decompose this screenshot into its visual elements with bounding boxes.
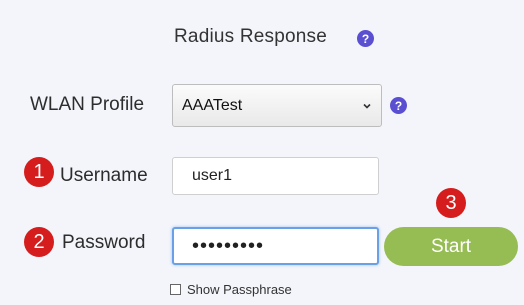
username-label: Username: [60, 165, 148, 186]
wlan-profile-selected: AAATest: [182, 96, 243, 114]
chevron-down-icon: [363, 103, 371, 109]
step-badge-1: 1: [24, 157, 54, 187]
step-badge-2: 2: [24, 227, 54, 257]
show-passphrase-label: Show Passphrase: [187, 282, 292, 297]
help-icon[interactable]: ?: [357, 30, 374, 47]
show-passphrase-checkbox[interactable]: [170, 284, 181, 295]
username-input[interactable]: user1: [172, 157, 379, 195]
start-button[interactable]: Start: [384, 227, 518, 266]
wlan-profile-label: WLAN Profile: [30, 94, 145, 115]
password-input[interactable]: •••••••••: [172, 227, 379, 265]
show-passphrase-toggle[interactable]: Show Passphrase: [170, 282, 292, 297]
wlan-profile-select[interactable]: AAATest: [172, 84, 382, 127]
password-label: Password: [62, 232, 146, 253]
page-title: Radius Response: [174, 26, 327, 47]
help-icon[interactable]: ?: [390, 97, 407, 114]
step-badge-3: 3: [436, 188, 466, 218]
